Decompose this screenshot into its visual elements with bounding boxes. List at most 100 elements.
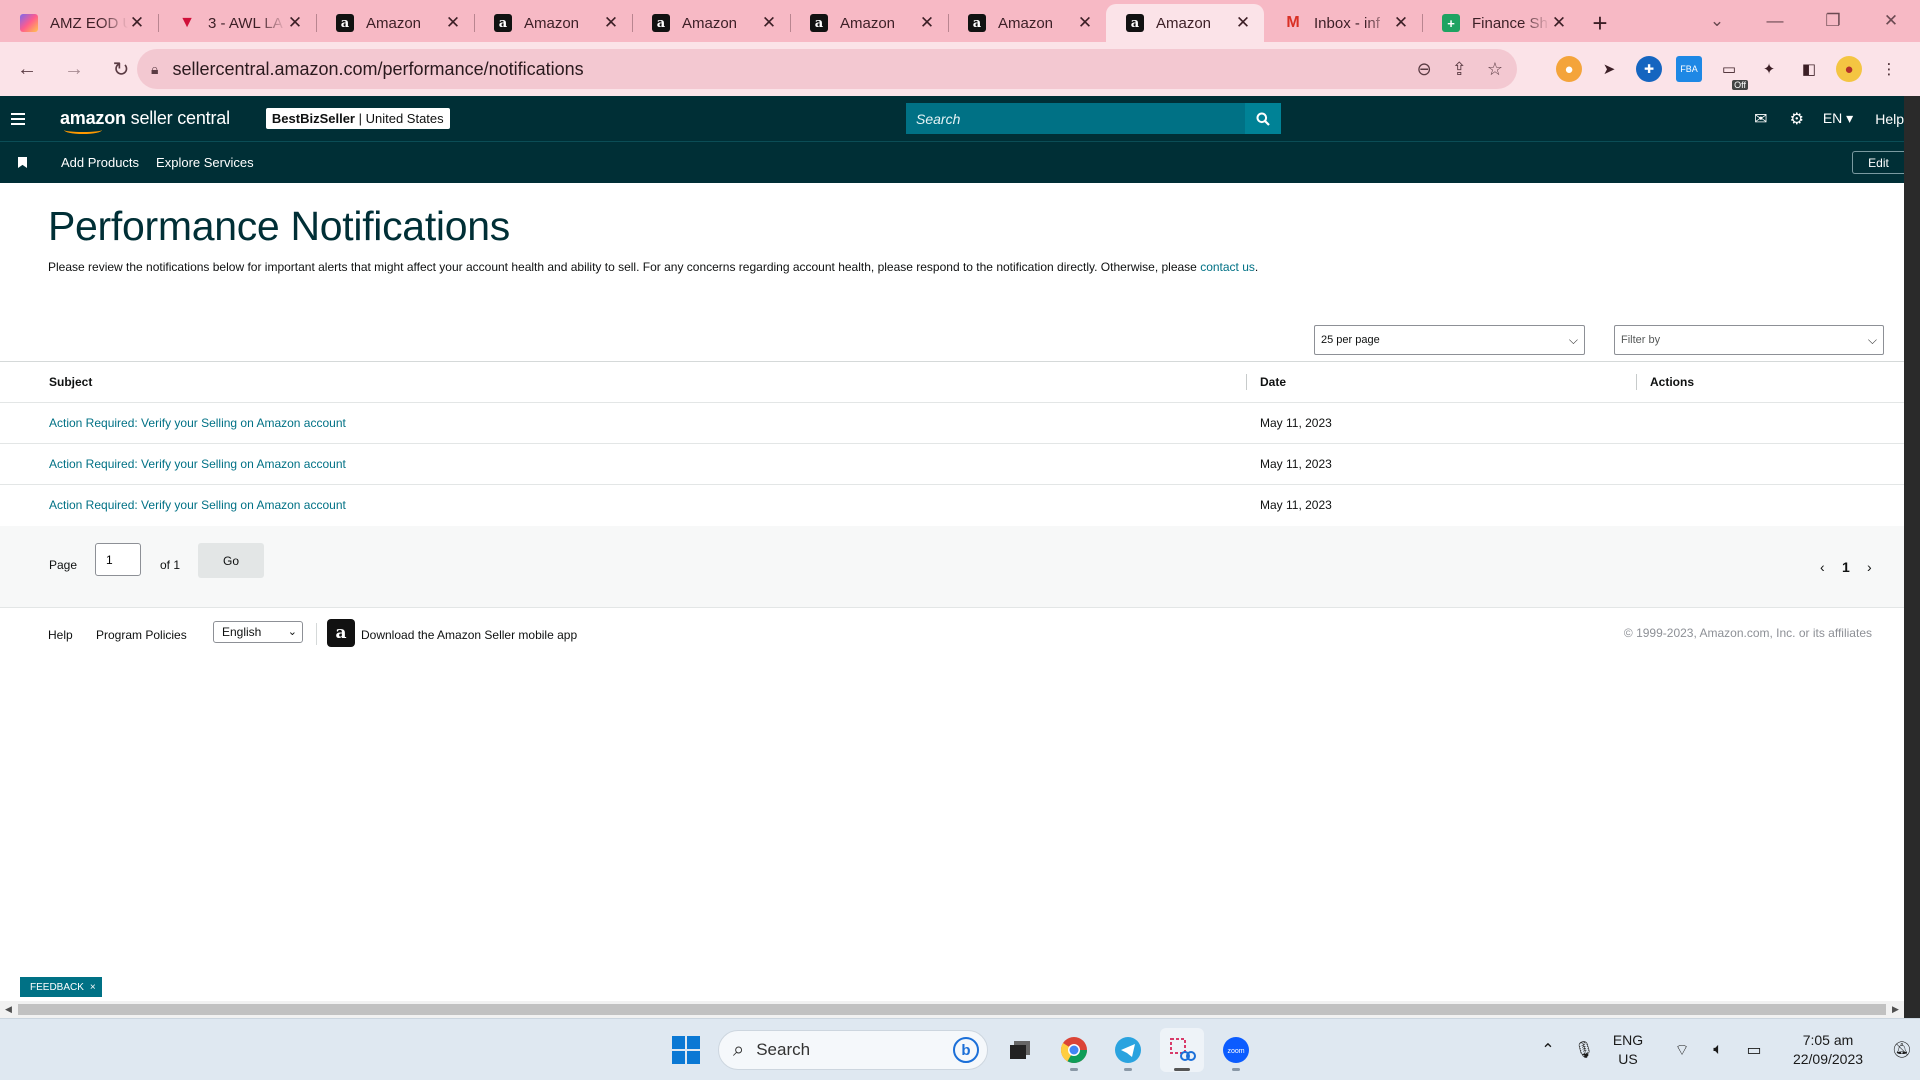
- close-window-icon[interactable]: ✕: [1862, 11, 1920, 31]
- address-bar[interactable]: 🔒︎ sellercentral.amazon.com/performance/…: [137, 49, 1517, 89]
- go-button[interactable]: Go: [198, 543, 264, 578]
- gear-icon[interactable]: ⚙: [1779, 109, 1815, 129]
- bookmark-star-icon[interactable]: ☆: [1487, 59, 1503, 80]
- close-tab-icon[interactable]: ✕: [128, 13, 146, 33]
- url-text[interactable]: sellercentral.amazon.com/performance/not…: [172, 59, 583, 80]
- taskbar-search[interactable]: ⌕ Search b: [718, 1030, 988, 1070]
- search-button[interactable]: [1245, 103, 1281, 134]
- reload-icon[interactable]: ↻: [101, 49, 141, 89]
- browser-tab[interactable]: AMZ EOD U ✕: [0, 4, 158, 42]
- nav-add-products[interactable]: Add Products: [61, 155, 139, 170]
- contact-us-link[interactable]: contact us: [1200, 260, 1255, 274]
- close-tab-icon[interactable]: ✕: [444, 13, 462, 33]
- seller-central-logo[interactable]: amazon seller central: [60, 108, 230, 134]
- share-icon[interactable]: ⇪: [1452, 59, 1467, 80]
- battery-icon[interactable]: ▭: [1736, 1040, 1772, 1060]
- column-date[interactable]: Date: [1245, 362, 1286, 402]
- horizontal-scrollbar[interactable]: ◀ ▶: [0, 1001, 1904, 1018]
- language-selector[interactable]: EN ▾: [1823, 110, 1853, 127]
- close-tab-icon[interactable]: ✕: [1076, 13, 1094, 33]
- download-app-link[interactable]: Download the Amazon Seller mobile app: [361, 628, 577, 642]
- extension-off-icon[interactable]: ▭ Off: [1716, 56, 1748, 90]
- input-language[interactable]: ENG US: [1602, 1031, 1654, 1069]
- zoom-icon[interactable]: ⊖: [1417, 59, 1432, 80]
- chevron-up-icon[interactable]: ⌃: [1530, 1040, 1566, 1060]
- notifications-icon[interactable]: 🔕︎: [1884, 1040, 1920, 1060]
- next-page-icon[interactable]: ›: [1867, 559, 1872, 575]
- column-subject[interactable]: Subject: [49, 362, 92, 402]
- close-tab-icon[interactable]: ✕: [1234, 13, 1252, 33]
- back-icon[interactable]: ←: [7, 49, 47, 89]
- lock-icon[interactable]: 🔒︎: [151, 61, 158, 78]
- footer-help-link[interactable]: Help: [48, 628, 73, 642]
- browser-tab[interactable]: ▼ 3 - AWL LA ✕: [158, 4, 316, 42]
- scrollbar-thumb[interactable]: [18, 1004, 1886, 1015]
- close-tab-icon[interactable]: ✕: [602, 13, 620, 33]
- account-switcher[interactable]: BestBizSeller | United States: [265, 108, 450, 129]
- notification-subject-link[interactable]: Action Required: Verify your Selling on …: [49, 457, 346, 471]
- amazon-smile-icon: [64, 126, 102, 134]
- notification-subject-link[interactable]: Action Required: Verify your Selling on …: [49, 416, 346, 430]
- filter-select[interactable]: Filter by ⌵: [1614, 325, 1884, 355]
- help-link[interactable]: Help: [1875, 111, 1904, 127]
- task-view-icon[interactable]: [998, 1028, 1042, 1072]
- close-tab-icon[interactable]: ✕: [286, 13, 304, 33]
- snipping-tool-icon[interactable]: [1160, 1028, 1204, 1072]
- browser-tab-active[interactable]: a Amazon ✕: [1106, 4, 1264, 42]
- telegram-icon[interactable]: [1106, 1028, 1150, 1072]
- nav-explore-services[interactable]: Explore Services: [156, 155, 254, 170]
- restore-icon[interactable]: ❐: [1804, 11, 1862, 31]
- puzzle-icon[interactable]: ✦: [1756, 56, 1782, 82]
- side-panel-icon[interactable]: ◧: [1796, 56, 1822, 82]
- per-page-select[interactable]: 25 per page ⌵: [1314, 325, 1585, 355]
- close-icon[interactable]: ×: [90, 982, 96, 993]
- page-count-label: of 1: [160, 558, 181, 572]
- bookmark-icon[interactable]: [18, 157, 27, 168]
- table-row: Action Required: Verify your Selling on …: [0, 444, 1920, 485]
- zoom-icon[interactable]: zoom: [1214, 1028, 1258, 1072]
- clock[interactable]: 7:05 am 22/09/2023: [1780, 1031, 1876, 1069]
- browser-tab[interactable]: a Amazon ✕: [790, 4, 948, 42]
- tab-search-icon[interactable]: ⌄: [1688, 11, 1746, 31]
- search-input[interactable]: [906, 103, 1245, 134]
- extension-fba-icon[interactable]: FBA: [1676, 56, 1702, 82]
- mail-icon[interactable]: ✉: [1743, 109, 1779, 129]
- close-tab-icon[interactable]: ✕: [1392, 13, 1410, 33]
- bing-icon[interactable]: b: [953, 1037, 979, 1063]
- close-tab-icon[interactable]: ✕: [1550, 13, 1568, 33]
- extension-arrow-icon[interactable]: ➤: [1596, 56, 1622, 82]
- volume-icon[interactable]: 🔈︎: [1700, 1041, 1736, 1059]
- profile-avatar-icon[interactable]: ●: [1836, 56, 1862, 82]
- browser-tab[interactable]: + Finance Sh ✕: [1422, 4, 1580, 42]
- browser-tab[interactable]: a Amazon ✕: [632, 4, 790, 42]
- edit-button[interactable]: Edit: [1852, 151, 1904, 174]
- browser-tab[interactable]: a Amazon ✕: [316, 4, 474, 42]
- close-tab-icon[interactable]: ✕: [918, 13, 936, 33]
- wifi-icon[interactable]: ⌔: [1664, 1040, 1700, 1060]
- browser-tab[interactable]: a Amazon ✕: [948, 4, 1106, 42]
- notification-subject-link[interactable]: Action Required: Verify your Selling on …: [49, 498, 346, 512]
- hamburger-menu-icon[interactable]: [11, 112, 33, 125]
- microphone-icon[interactable]: 🎙︎: [1566, 1040, 1602, 1060]
- footer-policies-link[interactable]: Program Policies: [96, 628, 187, 642]
- minimize-icon[interactable]: —: [1746, 11, 1804, 31]
- scroll-left-icon[interactable]: ◀: [0, 1001, 17, 1018]
- scroll-right-icon[interactable]: ▶: [1887, 1001, 1904, 1018]
- extension-orange-icon[interactable]: ●: [1556, 56, 1582, 82]
- browser-tab[interactable]: a Amazon ✕: [474, 4, 632, 42]
- browser-tab[interactable]: M Inbox - inf ✕: [1264, 4, 1422, 42]
- feedback-button[interactable]: FEEDBACK ×: [20, 977, 102, 997]
- close-tab-icon[interactable]: ✕: [760, 13, 778, 33]
- menu-kebab-icon[interactable]: ⋮: [1876, 56, 1902, 82]
- previous-page-icon[interactable]: ‹: [1820, 559, 1825, 575]
- amazon-app-icon[interactable]: a: [327, 619, 355, 647]
- vertical-scrollbar[interactable]: [1904, 96, 1920, 1018]
- start-button[interactable]: [664, 1028, 708, 1072]
- page-number-input[interactable]: [95, 543, 141, 576]
- footer-language-select[interactable]: English ⌄: [213, 621, 303, 643]
- chrome-icon[interactable]: [1052, 1028, 1096, 1072]
- extension-blue-icon[interactable]: ✚: [1636, 56, 1662, 82]
- new-tab-button[interactable]: +: [1580, 4, 1620, 42]
- page-number-link[interactable]: 1: [1842, 559, 1850, 575]
- forward-icon[interactable]: →: [54, 49, 94, 89]
